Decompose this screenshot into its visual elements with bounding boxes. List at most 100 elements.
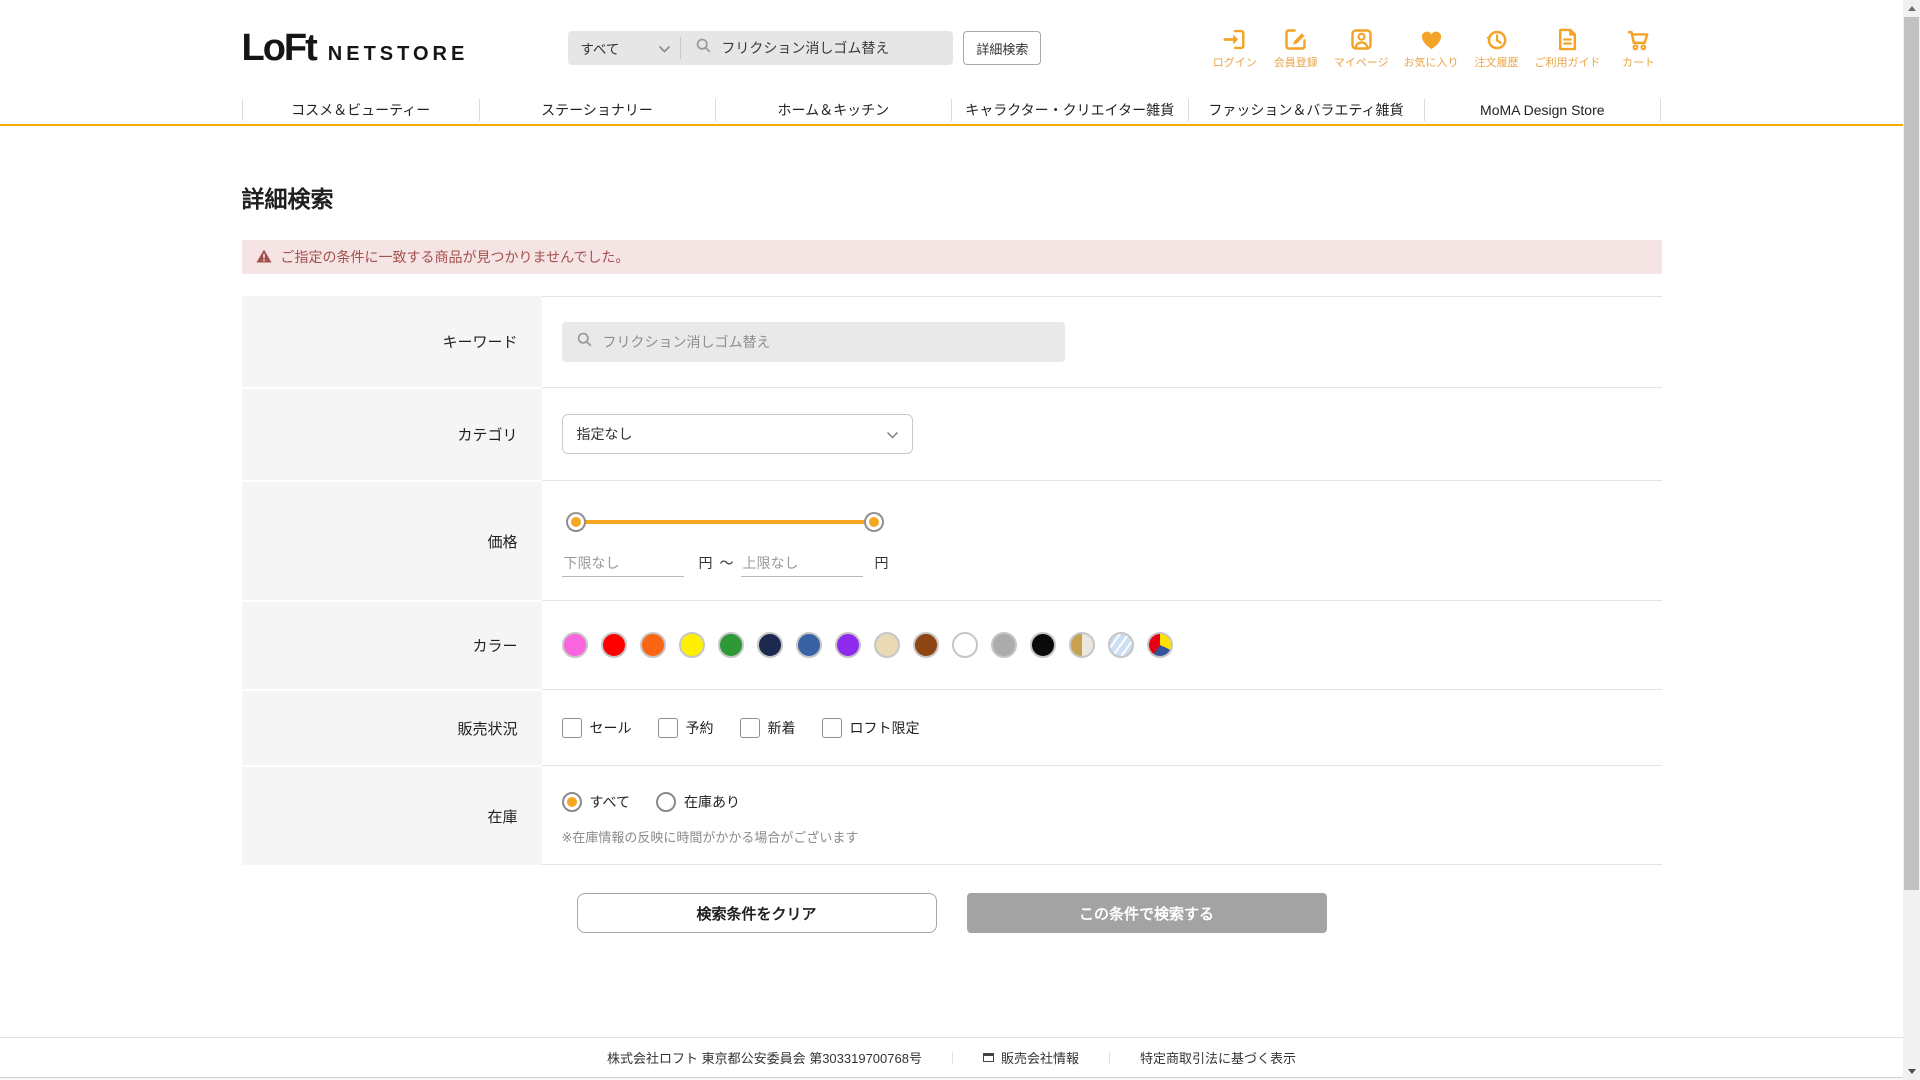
color-swatch-pink[interactable] bbox=[562, 632, 588, 658]
stock-option-0[interactable]: すべて bbox=[562, 792, 630, 812]
price-inputs: 円 ～ 円 bbox=[562, 553, 1662, 577]
color-swatch-beige[interactable] bbox=[874, 632, 900, 658]
color-swatch-orange[interactable] bbox=[640, 632, 666, 658]
color-swatch-gold-silver[interactable] bbox=[1069, 632, 1095, 658]
nav-item-4[interactable]: ファッション＆バラエティ雑貨 bbox=[1188, 96, 1424, 124]
sales-option-0[interactable]: セール bbox=[562, 718, 632, 738]
sales-option-label: セール bbox=[590, 718, 632, 738]
logo-brand-text: LoFt bbox=[242, 27, 316, 70]
site-header: LoFt NETSTORE すべて 詳細検索 bbox=[0, 0, 1903, 96]
nav-item-3[interactable]: キャラクター・クリエイター雑貨 bbox=[951, 96, 1187, 124]
stock-note: ※在庫情報の反映に時間がかかる場合がございます bbox=[562, 827, 1662, 846]
color-swatch-black[interactable] bbox=[1030, 632, 1056, 658]
form-row-keyword: キーワード bbox=[242, 296, 1662, 387]
utility-label: マイページ bbox=[1334, 54, 1389, 70]
radio-icon[interactable] bbox=[656, 792, 676, 812]
price-unit-max: 円 bbox=[875, 553, 889, 573]
checkbox-icon[interactable] bbox=[562, 718, 582, 738]
form-actions: 検索条件をクリア この条件で検索する bbox=[242, 893, 1662, 933]
price-label: 価格 bbox=[242, 480, 542, 600]
color-swatch-red[interactable] bbox=[601, 632, 627, 658]
color-swatch-white[interactable] bbox=[952, 632, 978, 658]
checkbox-icon[interactable] bbox=[658, 718, 678, 738]
site-footer: 株式会社ロフト 東京都公安委員会 第303319700768号｜ 販売会社情報 … bbox=[0, 1037, 1903, 1078]
sales-option-label: 新着 bbox=[768, 718, 796, 738]
nav-item-0[interactable]: コスメ＆ビューティー bbox=[243, 96, 479, 124]
page-title: 詳細検索 bbox=[242, 180, 1662, 214]
stock-label: 在庫 bbox=[242, 765, 542, 865]
color-swatch-multicolor[interactable] bbox=[1147, 632, 1173, 658]
utility-mypage[interactable]: マイページ bbox=[1334, 26, 1389, 70]
search-submit-button[interactable]: この条件で検索する bbox=[967, 893, 1327, 933]
form-row-sales-status: 販売状況 セール 予約 新着 ロフト限定 bbox=[242, 689, 1662, 765]
checkbox-icon[interactable] bbox=[822, 718, 842, 738]
utility-label: ログイン bbox=[1213, 54, 1257, 70]
color-swatch-green[interactable] bbox=[718, 632, 744, 658]
site-logo[interactable]: LoFt NETSTORE bbox=[242, 27, 469, 70]
sales-option-3[interactable]: ロフト限定 bbox=[822, 718, 920, 738]
price-max-input[interactable] bbox=[741, 553, 863, 577]
window-icon bbox=[983, 1053, 994, 1062]
nav-item-2[interactable]: ホーム＆キッチン bbox=[715, 96, 951, 124]
utility-login[interactable]: ログイン bbox=[1212, 26, 1258, 70]
register-icon bbox=[1282, 26, 1309, 53]
sales-option-2[interactable]: 新着 bbox=[740, 718, 796, 738]
keyword-input[interactable] bbox=[603, 334, 1051, 350]
sales-option-1[interactable]: 予約 bbox=[658, 718, 714, 738]
footer-link-label: 特定商取引法に基づく表示 bbox=[1140, 1048, 1296, 1067]
sales-status-options: セール 予約 新着 ロフト限定 bbox=[562, 718, 1662, 738]
color-label: カラー bbox=[242, 600, 542, 689]
price-slider-handle-min[interactable] bbox=[568, 514, 584, 530]
price-unit-min: 円 bbox=[699, 553, 713, 573]
search-icon bbox=[695, 37, 712, 59]
color-swatch-yellow[interactable] bbox=[679, 632, 705, 658]
color-swatch-purple[interactable] bbox=[835, 632, 861, 658]
scrollbar-down-arrow[interactable] bbox=[1903, 1063, 1920, 1080]
category-select[interactable]: 指定なし bbox=[562, 414, 913, 454]
category-select-value: 指定なし bbox=[577, 424, 633, 444]
color-swatch-clear[interactable] bbox=[1108, 632, 1134, 658]
logo-suffix-text: NETSTORE bbox=[328, 43, 469, 66]
checkbox-icon[interactable] bbox=[740, 718, 760, 738]
main-nav-items: コスメ＆ビューティーステーショナリーホーム＆キッチンキャラクター・クリエイター雑… bbox=[242, 96, 1662, 124]
search-category-dropdown[interactable]: すべて bbox=[568, 31, 680, 65]
utility-guide[interactable]: ご利用ガイド bbox=[1535, 26, 1601, 70]
nav-item-5[interactable]: MoMA Design Store bbox=[1424, 96, 1660, 124]
form-row-color: カラー bbox=[242, 600, 1662, 689]
utility-label: 注文履歴 bbox=[1475, 54, 1519, 70]
scrollbar-up-arrow[interactable] bbox=[1903, 0, 1920, 17]
search-icon bbox=[576, 331, 593, 353]
price-separator: ～ bbox=[720, 553, 734, 573]
color-swatch-blue[interactable] bbox=[796, 632, 822, 658]
price-min-input[interactable] bbox=[562, 553, 684, 577]
price-slider-handle-max[interactable] bbox=[866, 514, 882, 530]
clear-conditions-button[interactable]: 検索条件をクリア bbox=[577, 893, 937, 933]
order-history-icon bbox=[1483, 26, 1510, 53]
footer-link-0[interactable]: 販売会社情報 bbox=[983, 1048, 1079, 1067]
header-search-input[interactable] bbox=[721, 40, 939, 56]
chevron-down-icon bbox=[659, 41, 670, 56]
mypage-icon bbox=[1348, 26, 1375, 53]
radio-icon[interactable] bbox=[562, 792, 582, 812]
scrollbar[interactable] bbox=[1903, 0, 1920, 1080]
stock-option-1[interactable]: 在庫あり bbox=[656, 792, 740, 812]
price-range-slider[interactable] bbox=[576, 520, 874, 524]
stock-option-label: すべて bbox=[590, 792, 630, 812]
color-swatch-gray[interactable] bbox=[991, 632, 1017, 658]
guide-icon bbox=[1554, 26, 1581, 53]
advanced-search-button[interactable]: 詳細検索 bbox=[963, 31, 1041, 65]
footer-link-1[interactable]: 特定商取引法に基づく表示 bbox=[1140, 1048, 1296, 1067]
color-swatch-brown[interactable] bbox=[913, 632, 939, 658]
page-viewport: LoFt NETSTORE すべて 詳細検索 bbox=[0, 0, 1903, 1080]
utility-favorites[interactable]: お気に入り bbox=[1404, 26, 1459, 70]
sales-option-label: ロフト限定 bbox=[850, 718, 920, 738]
search-category-value: すべて bbox=[580, 38, 619, 58]
color-swatch-navy[interactable] bbox=[757, 632, 783, 658]
utility-cart[interactable]: カート bbox=[1616, 26, 1662, 70]
error-message-box: ご指定の条件に一致する商品が見つかりませんでした。 bbox=[242, 240, 1662, 274]
scrollbar-thumb[interactable] bbox=[1904, 17, 1919, 890]
utility-order-history[interactable]: 注文履歴 bbox=[1474, 26, 1520, 70]
footer-separator: ｜ bbox=[946, 1048, 959, 1067]
nav-item-1[interactable]: ステーショナリー bbox=[479, 96, 715, 124]
utility-register[interactable]: 会員登録 bbox=[1273, 26, 1319, 70]
